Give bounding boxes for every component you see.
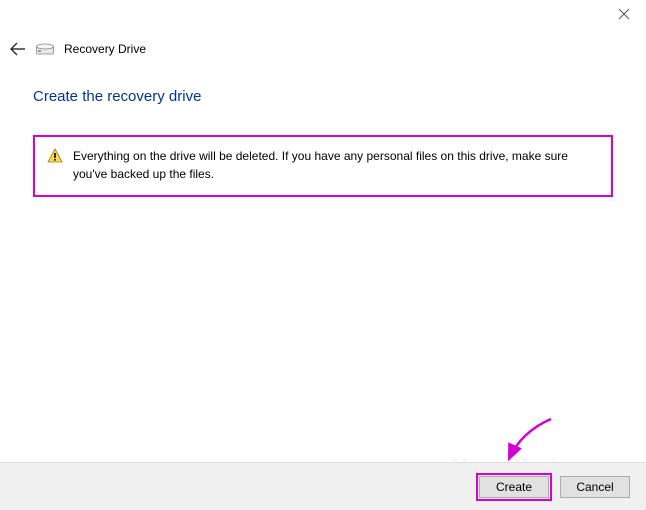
cancel-button[interactable]: Cancel	[560, 476, 630, 498]
window-title: Recovery Drive	[64, 42, 146, 56]
back-button[interactable]	[10, 42, 26, 56]
warning-text: Everything on the drive will be deleted.…	[73, 147, 599, 183]
create-button[interactable]: Create	[479, 476, 549, 498]
back-arrow-icon	[10, 42, 26, 56]
warning-icon	[47, 148, 63, 167]
footer: Create Cancel	[0, 462, 646, 510]
close-button[interactable]	[618, 8, 634, 24]
create-highlight: Create	[476, 473, 552, 501]
warning-box: Everything on the drive will be deleted.…	[33, 135, 613, 197]
page-title: Create the recovery drive	[33, 88, 613, 105]
content-area: Create the recovery drive Everything on …	[33, 88, 613, 197]
drive-icon	[36, 43, 54, 55]
header: Recovery Drive	[10, 42, 146, 56]
close-icon	[618, 8, 630, 20]
